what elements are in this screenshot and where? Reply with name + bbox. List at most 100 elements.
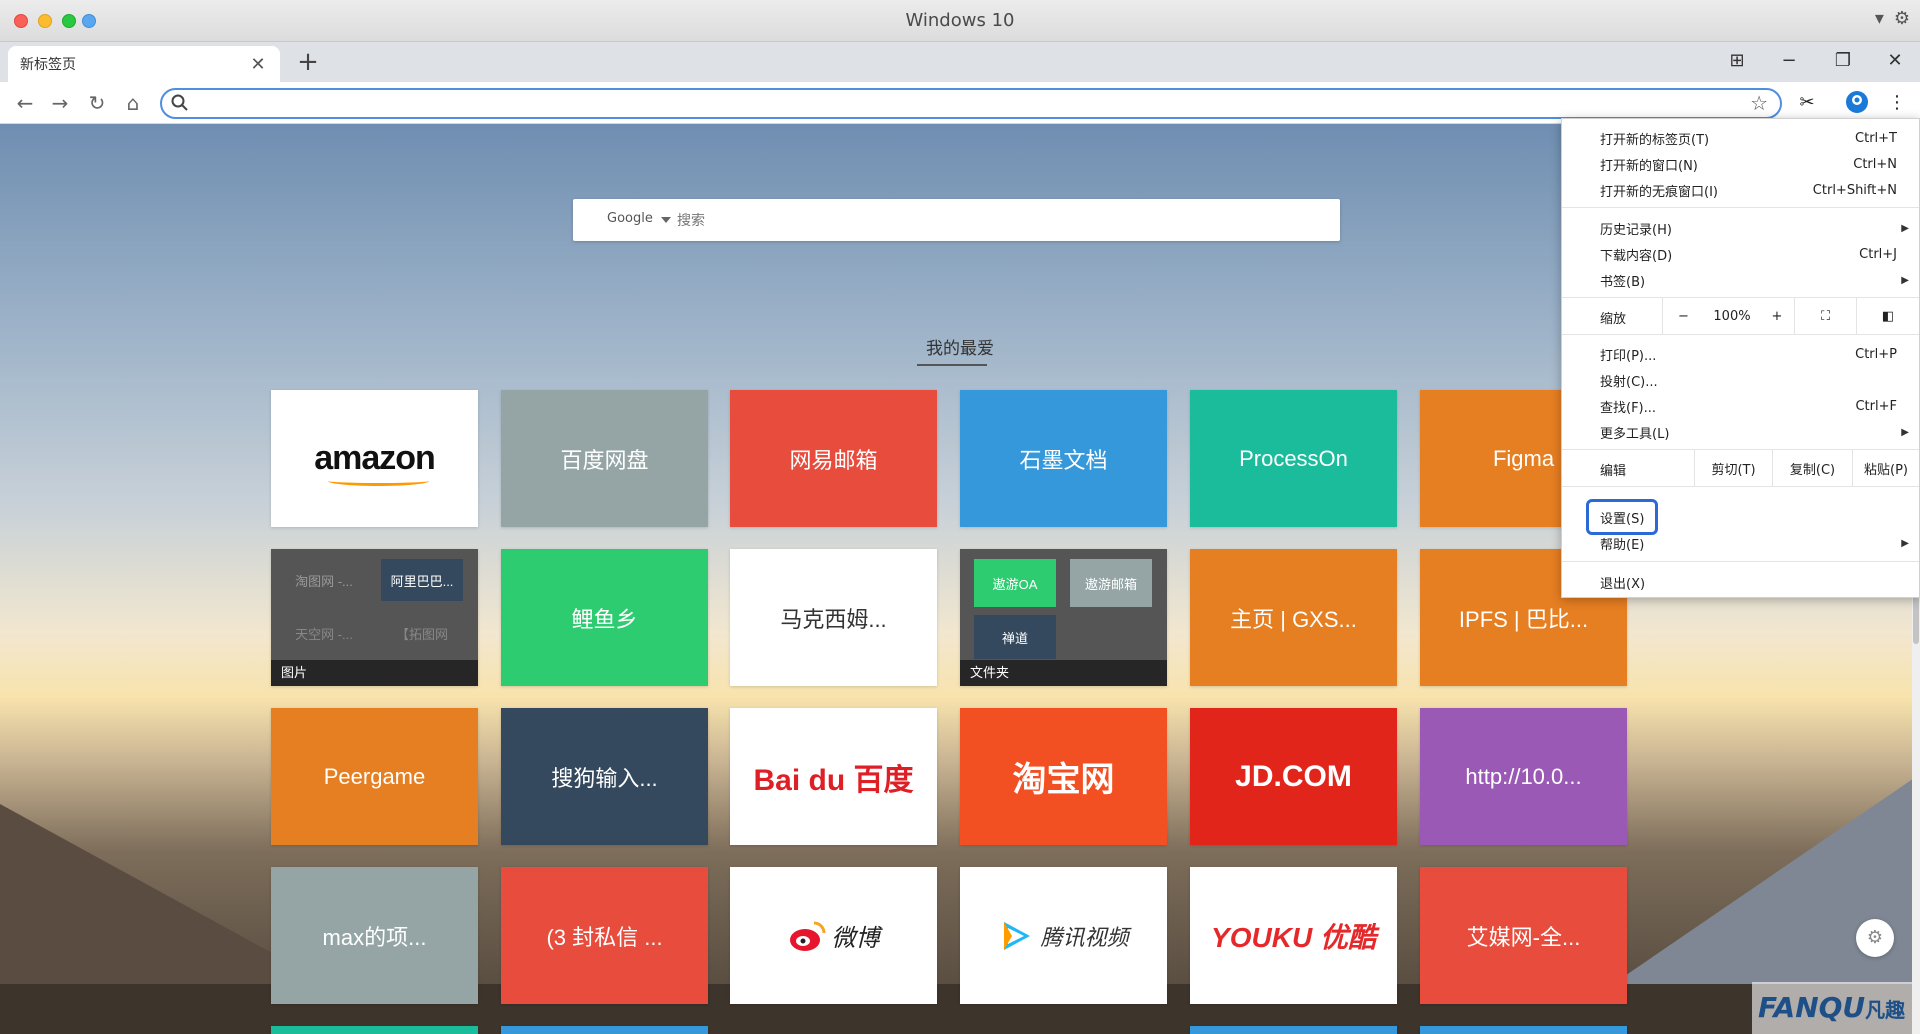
folder-item: 遨游OA: [974, 559, 1056, 607]
tile-liyuxiang[interactable]: 鲤鱼乡: [501, 549, 708, 686]
folder-item: 遨游邮箱: [1070, 559, 1152, 607]
tile-gxs-home[interactable]: 主页 | GXS...: [1190, 549, 1397, 686]
menu-item-help[interactable]: 帮助(E) ▶: [1562, 530, 1919, 556]
fullscreen-icon[interactable]: ⛶: [1794, 298, 1856, 334]
address-bar[interactable]: ☆: [160, 88, 1782, 119]
tile-partial[interactable]: [271, 1026, 478, 1034]
tile-processon[interactable]: ProcessOn: [1190, 390, 1397, 527]
web-search-box[interactable]: Google: [573, 199, 1340, 241]
tile-folder-images[interactable]: 淘图网 -... 阿里巴巴... 天空网 -... 【拓图网 图片: [271, 549, 478, 686]
tile-amazon[interactable]: amazon: [271, 390, 478, 527]
play-icon: [1004, 921, 1031, 950]
tile-partial[interactable]: [1420, 1026, 1627, 1034]
menu-item-history[interactable]: 历史记录(H) ▶: [1562, 215, 1919, 241]
tile-163-mail[interactable]: 网易邮箱: [730, 390, 937, 527]
address-input[interactable]: [196, 92, 1736, 116]
tile-shimo-docs[interactable]: 石墨文档: [960, 390, 1167, 527]
extra-window-button[interactable]: [82, 14, 96, 28]
menu-item-find[interactable]: 查找(F)... Ctrl+F: [1562, 393, 1919, 419]
menu-item-cast[interactable]: 投射(C)...: [1562, 367, 1919, 393]
menu-label: 投射(C)...: [1600, 374, 1658, 390]
menu-shortcut: Ctrl+T: [1855, 130, 1897, 146]
menu-item-more-tools[interactable]: 更多工具(L) ▶: [1562, 419, 1919, 445]
tile-partial[interactable]: [501, 1026, 708, 1034]
minimize-window-button[interactable]: [38, 14, 52, 28]
menu-label: 打开新的窗口(N): [1600, 158, 1698, 174]
menu-label: 历史记录(H): [1600, 222, 1672, 238]
forward-arrow-icon[interactable]: →: [47, 90, 73, 116]
menu-label: 查找(F)...: [1600, 400, 1657, 416]
close-tab-icon[interactable]: ✕: [248, 54, 268, 75]
tile-iimedia[interactable]: 艾媒网-全...: [1420, 867, 1627, 1004]
titlebar-actions: ▾ ⚙: [1875, 8, 1910, 29]
minimize-icon[interactable]: −: [1774, 50, 1804, 71]
page-settings-gear-icon[interactable]: ⚙: [1856, 919, 1894, 957]
tile-weibo[interactable]: 微博: [730, 867, 937, 1004]
tile-local-ip[interactable]: http://10.0...: [1420, 708, 1627, 845]
watermark-logo: FANQU凡趣: [1752, 982, 1920, 1034]
new-tab-button[interactable]: +: [294, 48, 322, 76]
home-icon[interactable]: ⌂: [120, 90, 146, 116]
tile-jd[interactable]: JD.COM: [1190, 708, 1397, 845]
window-title: Windows 10: [905, 10, 1015, 31]
submenu-arrow-icon: ▶: [1901, 537, 1909, 549]
search-engine-selector[interactable]: Google: [607, 211, 653, 226]
menu-shortcut: Ctrl+J: [1859, 246, 1897, 262]
tile-sogou-input[interactable]: 搜狗输入...: [501, 708, 708, 845]
menu-item-new-window[interactable]: 打开新的窗口(N) Ctrl+N: [1562, 151, 1919, 177]
menu-separator: [1562, 334, 1919, 335]
menu-item-downloads[interactable]: 下载内容(D) Ctrl+J: [1562, 241, 1919, 267]
submenu-arrow-icon: ▶: [1901, 274, 1909, 286]
more-vertical-icon[interactable]: ⋮: [1884, 90, 1910, 116]
menu-shortcut: Ctrl+Shift+N: [1812, 182, 1897, 198]
tile-maxim[interactable]: 马克西姆...: [730, 549, 937, 686]
tile-youku[interactable]: YOUKU 优酷: [1190, 867, 1397, 1004]
tile-private-messages[interactable]: (3 封私信 ...: [501, 867, 708, 1004]
taobao-logo: 淘宝网: [1012, 761, 1115, 799]
back-arrow-icon[interactable]: ←: [12, 90, 38, 116]
zoom-window-button[interactable]: [62, 14, 76, 28]
menu-item-exit[interactable]: 退出(X): [1562, 569, 1919, 595]
tab-new-tab[interactable]: 新标签页 ✕: [8, 46, 280, 82]
browser-main-menu: 打开新的标签页(T) Ctrl+T 打开新的窗口(N) Ctrl+N 打开新的无痕窗…: [1561, 118, 1920, 598]
zoom-out-button[interactable]: −: [1662, 298, 1704, 334]
cut-button[interactable]: 剪切(T): [1694, 450, 1772, 486]
restore-icon[interactable]: ❐: [1828, 50, 1858, 71]
paste-button[interactable]: 粘贴(P): [1852, 450, 1919, 486]
favorites-underline: [917, 364, 987, 366]
tile-partial[interactable]: [1190, 1026, 1397, 1034]
tile-peergame[interactable]: Peergame: [271, 708, 478, 845]
dropdown-triangle-icon[interactable]: ▾: [1875, 8, 1884, 29]
menu-item-bookmarks[interactable]: 书签(B) ▶: [1562, 267, 1919, 293]
folder-label: 图片: [271, 660, 478, 686]
menu-item-incognito[interactable]: 打开新的无痕窗口(I) Ctrl+Shift+N: [1562, 177, 1919, 203]
tile-tencent-video[interactable]: 腾讯视频: [960, 867, 1167, 1004]
close-icon[interactable]: ✕: [1880, 50, 1910, 71]
folder-item: 禅道: [974, 615, 1056, 659]
tile-taobao[interactable]: 淘宝网: [960, 708, 1167, 845]
tile-folder-general[interactable]: 遨游OA 遨游邮箱 禅道 文件夹: [960, 549, 1167, 686]
folder-label: 文件夹: [960, 660, 1167, 686]
bookmark-star-icon[interactable]: ☆: [1750, 90, 1768, 117]
side-panel-icon[interactable]: ◧: [1856, 298, 1919, 334]
youku-logo: YOUKU 优酷: [1211, 921, 1376, 953]
tile-baidu[interactable]: Bai du 百度: [730, 708, 937, 845]
tile-max-project[interactable]: max的项...: [271, 867, 478, 1004]
screenshot-extension-icon[interactable]: ✂: [1794, 90, 1820, 116]
tab-search-icon[interactable]: ⊞: [1722, 50, 1752, 71]
reload-icon[interactable]: ↻: [84, 90, 110, 116]
menu-item-print[interactable]: 打印(P)... Ctrl+P: [1562, 341, 1919, 367]
tile-baidu-pan[interactable]: 百度网盘: [501, 390, 708, 527]
gear-icon[interactable]: ⚙: [1894, 8, 1910, 29]
web-search-input[interactable]: [677, 207, 1317, 233]
menu-label: 打开新的无痕窗口(I): [1600, 184, 1718, 200]
close-window-button[interactable]: [14, 14, 28, 28]
copy-button[interactable]: 复制(C): [1772, 450, 1852, 486]
profile-avatar-icon[interactable]: [1844, 90, 1870, 116]
caret-down-icon[interactable]: [661, 217, 671, 223]
zoom-in-button[interactable]: +: [1760, 298, 1794, 334]
menu-item-new-tab[interactable]: 打开新的标签页(T) Ctrl+T: [1562, 125, 1919, 151]
search-icon: [171, 94, 188, 111]
baidu-logo: Bai du 百度: [753, 763, 914, 797]
menu-label: 下载内容(D): [1600, 248, 1673, 264]
